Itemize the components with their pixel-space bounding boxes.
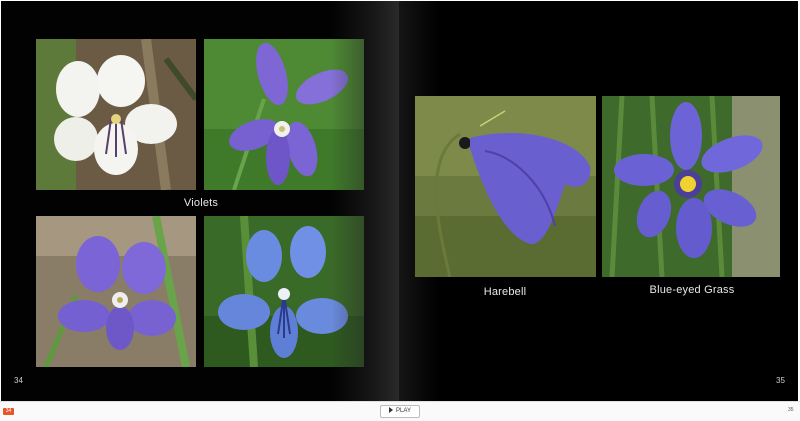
toolbar-right-label: 35 bbox=[788, 407, 794, 413]
blue-eyed-grass-caption: Blue-eyed Grass bbox=[649, 284, 735, 296]
violets-caption: Violets bbox=[183, 197, 219, 209]
play-icon bbox=[389, 407, 394, 413]
gutter-shadow bbox=[331, 1, 401, 401]
flipbook-spread[interactable]: Violets 34 Harebell Blue-eyed Grass 35 bbox=[1, 1, 798, 401]
blue-eyed-grass-photo bbox=[602, 96, 780, 277]
play-button[interactable]: PLAY bbox=[380, 405, 420, 418]
viewer-toolbar: 34 PLAY 35 bbox=[0, 401, 800, 421]
play-label: PLAY bbox=[396, 408, 411, 414]
violet-photo-bottom-left bbox=[36, 216, 196, 367]
left-page-number: 34 bbox=[14, 376, 23, 385]
harebell-photo bbox=[415, 96, 596, 277]
harebell-caption: Harebell bbox=[483, 286, 527, 298]
right-page-number: 35 bbox=[776, 376, 785, 385]
current-page-badge[interactable]: 34 bbox=[3, 408, 14, 415]
right-page[interactable]: Harebell Blue-eyed Grass 35 bbox=[399, 1, 798, 401]
white-violet-photo bbox=[36, 39, 196, 190]
